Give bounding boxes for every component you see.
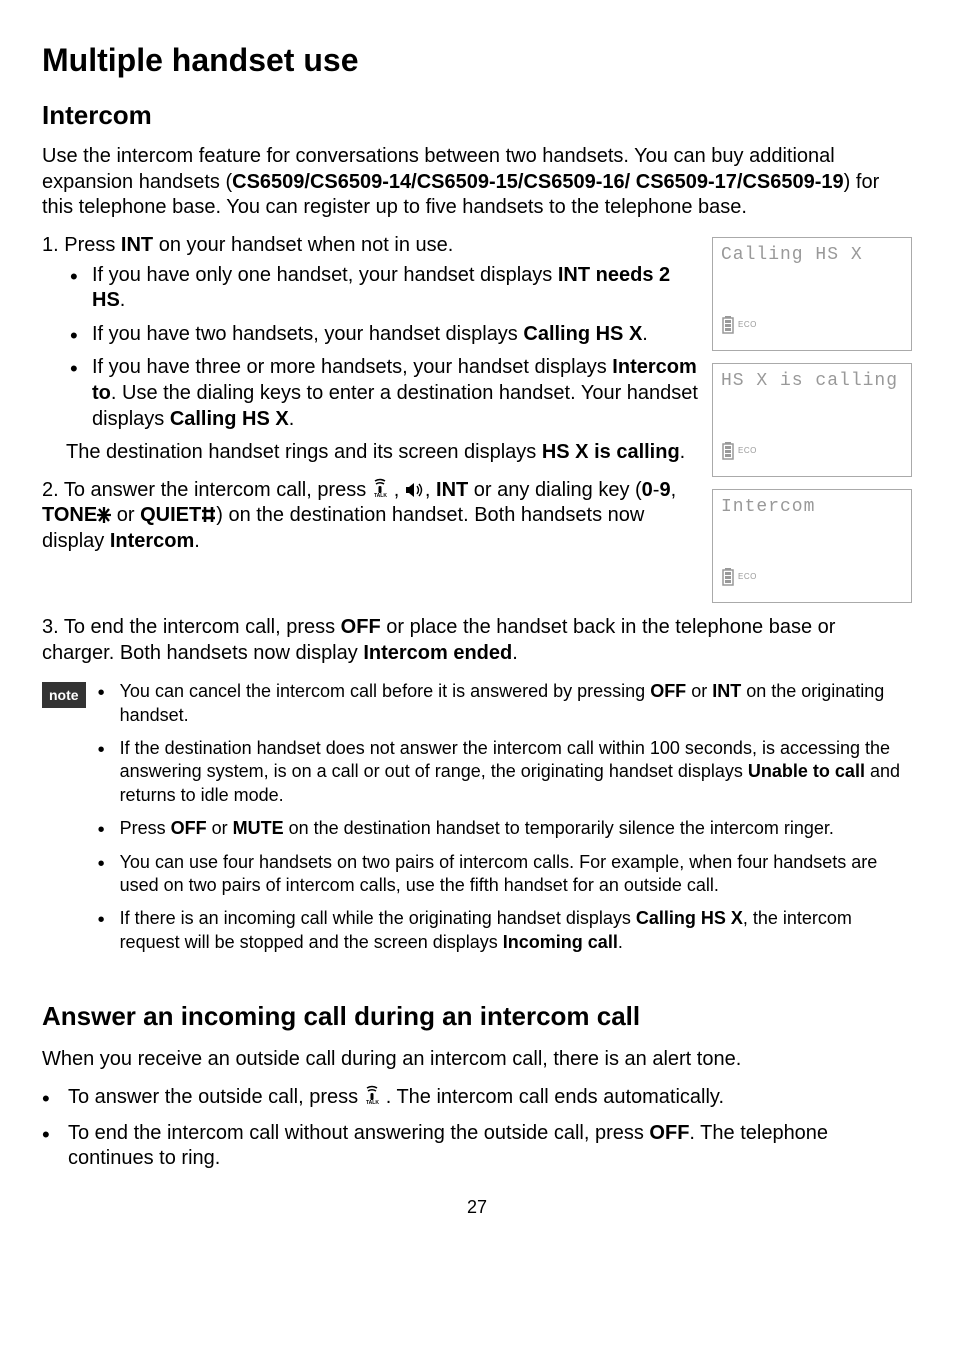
intercom-intro: Use the intercom feature for conversatio… bbox=[42, 144, 912, 221]
n2-bold: Unable to call bbox=[748, 761, 865, 781]
svg-text:TALK: TALK bbox=[374, 493, 387, 498]
destination-line: The destination handset rings and its sc… bbox=[66, 440, 702, 466]
note-1: You can cancel the intercom call before … bbox=[98, 680, 912, 727]
dest-pre: The destination handset rings and its sc… bbox=[66, 441, 542, 463]
s2-0: 0 bbox=[642, 479, 653, 501]
b2-bold: Calling HS X bbox=[523, 323, 642, 345]
b3-pre: If you have three or more handsets, your… bbox=[92, 356, 612, 378]
n1-or: or bbox=[686, 681, 712, 701]
step-2: 2. To answer the intercom call, press TA… bbox=[42, 478, 702, 555]
note-5: If there is an incoming call while the o… bbox=[98, 907, 912, 954]
battery-icon bbox=[721, 316, 735, 334]
s3-bold: Intercom ended bbox=[363, 642, 512, 664]
screen-calling: Calling HS X ECO bbox=[712, 237, 912, 351]
screen-intercom: Intercom ECO bbox=[712, 489, 912, 603]
dest-bold: HS X is calling bbox=[542, 441, 680, 463]
hash-icon bbox=[201, 506, 216, 523]
s2-int: INT bbox=[436, 479, 468, 501]
n1-pre: You can cancel the intercom call before … bbox=[120, 681, 651, 701]
step1-pre: 1. Press bbox=[42, 234, 121, 256]
step1-key: INT bbox=[121, 234, 153, 256]
b1-post: . bbox=[120, 289, 126, 311]
screen3-text: Intercom bbox=[721, 496, 903, 519]
page-number: 27 bbox=[42, 1196, 912, 1219]
n5-b2: Incoming call bbox=[503, 932, 618, 952]
dest-post: . bbox=[680, 441, 686, 463]
n5-post: . bbox=[618, 932, 623, 952]
step1-bullet-1: If you have only one handset, your hands… bbox=[66, 263, 702, 314]
b1-pre: If you have only one handset, your hands… bbox=[92, 264, 558, 286]
answer-bullet-1: To answer the outside call, press TALK . … bbox=[42, 1085, 912, 1111]
ab1-post: . The intercom call ends automatically. bbox=[386, 1086, 724, 1108]
ab2-off: OFF bbox=[649, 1122, 689, 1144]
screen2-text: HS X is calling bbox=[721, 370, 903, 393]
step1-bullet-3: If you have three or more handsets, your… bbox=[66, 355, 702, 432]
answer-bullet-2: To end the intercom call without answeri… bbox=[42, 1121, 912, 1172]
step1-post: on your handset when not in use. bbox=[153, 234, 453, 256]
talk-icon: TALK bbox=[372, 478, 394, 498]
step-3: 3. To end the intercom call, press OFF o… bbox=[42, 615, 912, 666]
n3-mute: MUTE bbox=[233, 818, 284, 838]
n5-b1: Calling HS X bbox=[636, 908, 743, 928]
s2-tone: TONE bbox=[42, 504, 97, 526]
s3-pre: 3. To end the intercom call, press bbox=[42, 616, 341, 638]
intro-models: CS6509/CS6509-14/CS6509-15/CS6509-16/ CS… bbox=[232, 171, 844, 193]
s2-9: 9 bbox=[659, 479, 670, 501]
b3-post: . bbox=[289, 408, 295, 430]
eco-label: ECO bbox=[738, 572, 757, 582]
battery-icon bbox=[721, 568, 735, 586]
n3-or: or bbox=[207, 818, 233, 838]
speaker-icon bbox=[405, 482, 425, 498]
s2-or: or bbox=[111, 504, 140, 526]
note-4: You can use four handsets on two pairs o… bbox=[98, 851, 912, 898]
b2-post: . bbox=[642, 323, 648, 345]
s2-bold: Intercom bbox=[110, 530, 194, 552]
intercom-heading: Intercom bbox=[42, 99, 912, 132]
n3-pre: Press bbox=[120, 818, 171, 838]
note-2: If the destination handset does not answ… bbox=[98, 737, 912, 807]
b3-bold2: Calling HS X bbox=[170, 408, 289, 430]
note-badge: note bbox=[42, 682, 86, 708]
eco-label: ECO bbox=[738, 446, 757, 456]
s2-quiet: QUIET bbox=[140, 504, 201, 526]
screen1-text: Calling HS X bbox=[721, 244, 903, 267]
n3-post: on the destination handset to temporaril… bbox=[284, 818, 834, 838]
s2-m1: , bbox=[394, 479, 405, 501]
s2-m3: or any dialing key ( bbox=[468, 479, 641, 501]
talk-icon: TALK bbox=[364, 1085, 386, 1105]
s3-off: OFF bbox=[341, 616, 381, 638]
note-3: Press OFF or MUTE on the destination han… bbox=[98, 817, 912, 840]
battery-icon bbox=[721, 442, 735, 460]
svg-text:TALK: TALK bbox=[366, 1100, 379, 1105]
n5-pre: If there is an incoming call while the o… bbox=[120, 908, 636, 928]
section-title: Multiple handset use bbox=[42, 40, 912, 81]
star-icon bbox=[97, 507, 111, 523]
s2-pre: 2. To answer the intercom call, press bbox=[42, 479, 372, 501]
ab1-pre: To answer the outside call, press bbox=[68, 1086, 364, 1108]
n3-off: OFF bbox=[171, 818, 207, 838]
ab2-pre: To end the intercom call without answeri… bbox=[68, 1122, 649, 1144]
answer-intro: When you receive an outside call during … bbox=[42, 1047, 912, 1073]
s2-c1: , bbox=[671, 479, 677, 501]
n1-off: OFF bbox=[650, 681, 686, 701]
s2-m2: , bbox=[425, 479, 436, 501]
step1-bullet-2: If you have two handsets, your handset d… bbox=[66, 322, 702, 348]
answer-heading: Answer an incoming call during an interc… bbox=[42, 1000, 912, 1033]
s2-end: . bbox=[194, 530, 200, 552]
screen-is-calling: HS X is calling ECO bbox=[712, 363, 912, 477]
eco-label: ECO bbox=[738, 320, 757, 330]
n1-int: INT bbox=[712, 681, 741, 701]
s3-end: . bbox=[512, 642, 518, 664]
step-1: 1. Press INT on your handset when not in… bbox=[42, 233, 702, 466]
b2-pre: If you have two handsets, your handset d… bbox=[92, 323, 523, 345]
